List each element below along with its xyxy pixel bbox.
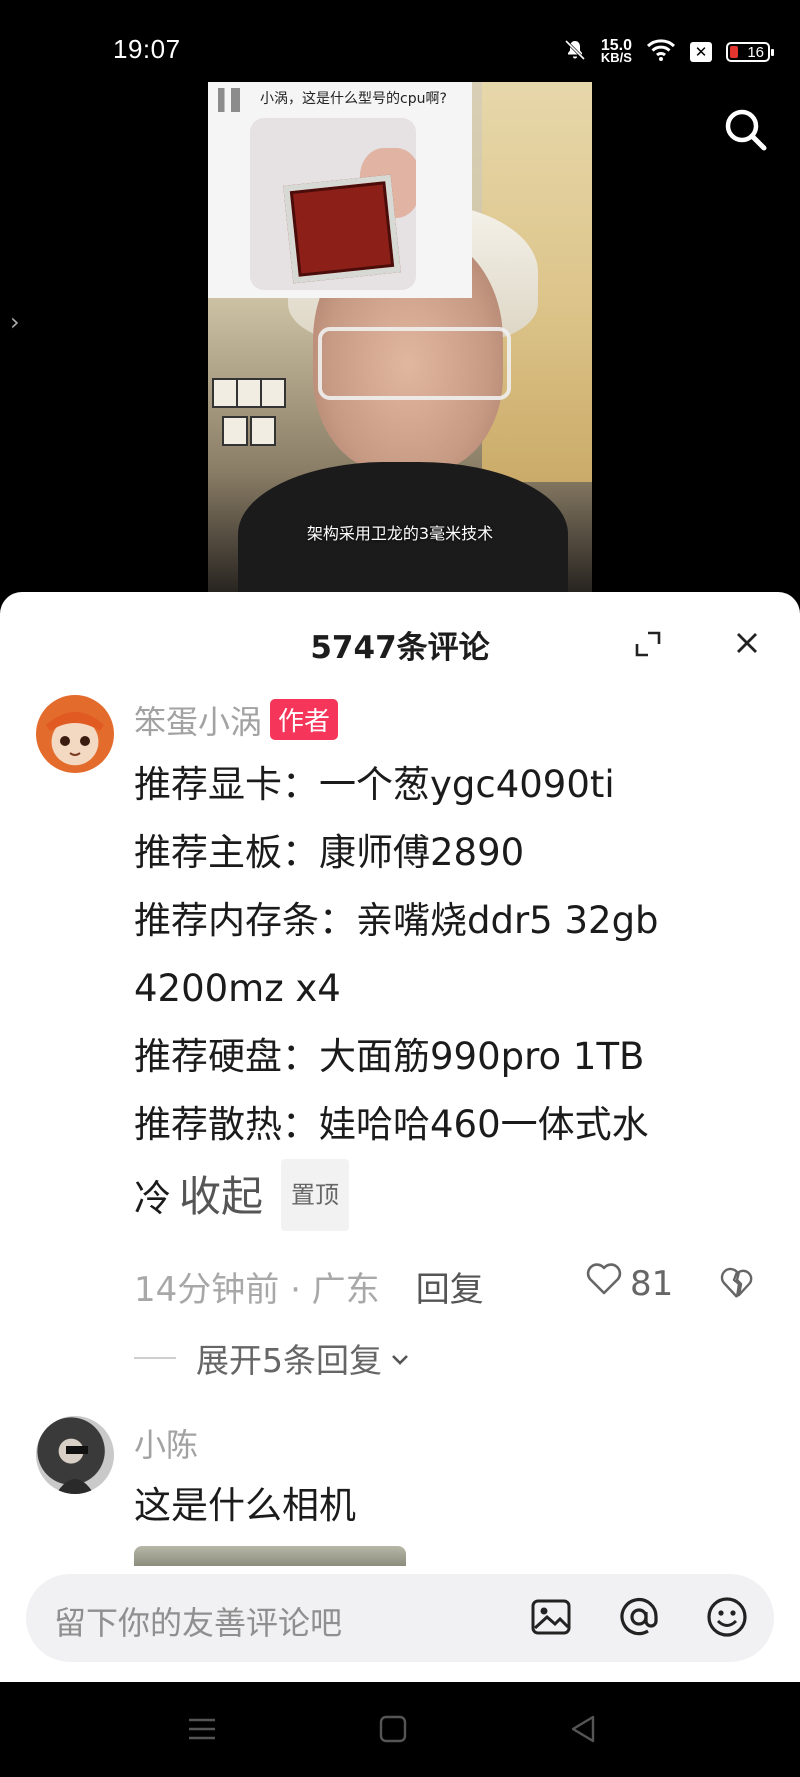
- comment-author[interactable]: 小陈: [134, 1420, 198, 1466]
- video-frame: 小涡，这是什么型号的cpu啊? 架构采用卫龙的3毫米技术: [208, 82, 592, 602]
- network-speed: 15.0 KB/S: [600, 37, 632, 65]
- collapse-button[interactable]: 收起: [179, 1172, 263, 1221]
- battery-icon: 16: [726, 42, 774, 62]
- status-bar: 19:07 15.0 KB/S ✕ 16: [0, 0, 800, 82]
- broken-heart-icon[interactable]: [720, 1266, 754, 1300]
- home-icon[interactable]: [376, 1712, 410, 1746]
- glasses: [318, 327, 511, 400]
- status-time: 19:07: [113, 34, 181, 64]
- comment-text: 这是什么相机: [134, 1484, 356, 1527]
- question-text: 小涡，这是什么型号的cpu啊?: [260, 91, 447, 107]
- like-count: 81: [630, 1263, 674, 1304]
- comments-count-title: 5747条评论: [310, 630, 490, 666]
- qr-icon: [218, 88, 240, 112]
- video-subtitle: 架构采用卫龙的3毫米技术: [306, 524, 494, 543]
- chevron-right-icon[interactable]: ›: [10, 308, 20, 336]
- search-icon[interactable]: [720, 104, 772, 156]
- system-nav-bar: [0, 1682, 800, 1777]
- avatar[interactable]: [36, 695, 114, 773]
- cpu-chip: [283, 174, 401, 284]
- close-icon[interactable]: [732, 628, 762, 658]
- back-icon[interactable]: [567, 1712, 601, 1746]
- expand-replies-button[interactable]: 展开5条回复: [134, 1334, 412, 1382]
- chevron-down-icon[interactable]: [388, 1339, 412, 1378]
- wifi-icon: [646, 38, 676, 66]
- author-badge: 作者: [270, 699, 339, 740]
- heart-icon[interactable]: [586, 1262, 622, 1305]
- comment-input[interactable]: 留下你的友善评论吧: [26, 1574, 774, 1662]
- pinned-badge: 置顶: [281, 1159, 350, 1231]
- image-icon[interactable]: [526, 1592, 576, 1642]
- comment-input-placeholder: 留下你的友善评论吧: [54, 1604, 343, 1642]
- x-icon: ✕: [690, 42, 712, 62]
- cpu-photo: [250, 118, 416, 290]
- status-icons: 15.0 KB/S ✕ 16: [563, 37, 774, 66]
- expand-icon[interactable]: [634, 630, 662, 658]
- comment-text: 推荐显卡：一个葱ygc4090ti 推荐主板：康师傅2890 推荐内存条：亲嘴烧…: [134, 751, 754, 1233]
- like-button[interactable]: 81: [586, 1262, 673, 1305]
- emoji-icon[interactable]: [702, 1592, 752, 1642]
- menu-icon[interactable]: [185, 1712, 219, 1746]
- comment-meta: 14分钟前 · 广东 回复: [134, 1262, 484, 1311]
- mute-icon: [563, 38, 587, 66]
- question-card: 小涡，这是什么型号的cpu啊?: [208, 82, 472, 298]
- avatar[interactable]: [36, 1416, 114, 1494]
- video-player[interactable]: 小涡，这是什么型号的cpu啊? 架构采用卫龙的3毫米技术 ›: [0, 82, 800, 602]
- at-mention-icon[interactable]: [614, 1592, 664, 1642]
- reply-button[interactable]: 回复: [416, 1270, 484, 1310]
- comment-author[interactable]: 笨蛋小涡 作者: [134, 697, 339, 743]
- comment-image[interactable]: [134, 1546, 406, 1566]
- comment-time-location: 14分钟前 · 广东: [134, 1270, 380, 1310]
